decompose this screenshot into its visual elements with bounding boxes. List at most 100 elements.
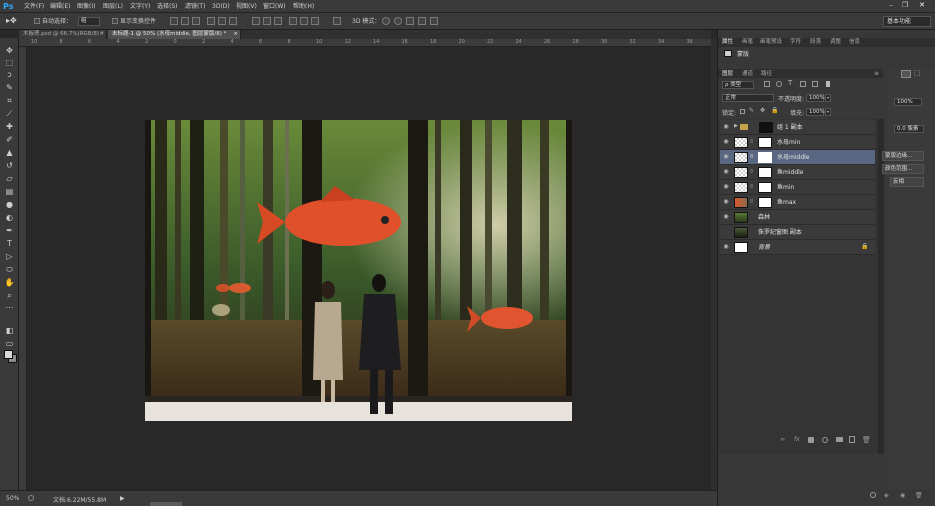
distribute-top-icon[interactable] <box>252 17 260 25</box>
lock-transparent-icon[interactable] <box>740 109 745 114</box>
align-top-icon[interactable] <box>170 17 178 25</box>
link-layers-icon[interactable]: ∞ <box>780 436 785 443</box>
panel-menu-icon[interactable]: ≡ <box>874 70 879 77</box>
visibility-eye-icon[interactable]: ◉ <box>722 183 730 191</box>
filter-smart-object-icon[interactable] <box>812 81 818 87</box>
3d-slide-icon[interactable] <box>418 17 426 25</box>
layer-row[interactable]: ◉ 背景 🔒 <box>720 240 875 255</box>
visibility-eye-icon[interactable]: ◉ <box>722 198 730 206</box>
zoom-tool-icon[interactable]: ⌕ <box>4 291 15 301</box>
clone-stamp-tool-icon[interactable]: ▲ <box>4 148 15 158</box>
3d-roll-icon[interactable] <box>394 17 402 25</box>
layer-thumbnail[interactable] <box>734 197 748 208</box>
pen-tool-icon[interactable]: ✒ <box>4 226 15 236</box>
menu-select[interactable]: 选择(S) <box>157 2 178 11</box>
visibility-eye-icon[interactable]: ◉ <box>722 243 730 251</box>
menu-help[interactable]: 帮助(H) <box>293 2 314 11</box>
3d-pan-icon[interactable] <box>406 17 414 25</box>
filter-shape-icon[interactable] <box>800 81 806 87</box>
hand-tool-icon[interactable]: ✋ <box>4 278 15 288</box>
menu-3d[interactable]: 3D(D) <box>212 2 230 11</box>
tab-brush[interactable]: 画笔 <box>742 38 753 46</box>
marquee-tool-icon[interactable]: ⬚ <box>4 58 15 68</box>
close-window-button[interactable]: ✕ <box>917 1 927 10</box>
visibility-eye-icon[interactable]: ◉ <box>722 213 730 221</box>
document-canvas[interactable] <box>145 120 572 421</box>
visibility-eye-icon[interactable]: ◉ <box>722 168 730 176</box>
eyedropper-tool-icon[interactable]: ⟋ <box>4 109 15 119</box>
tab-character[interactable]: 字符 <box>790 38 801 46</box>
tab-adjustments[interactable]: 调整 <box>830 38 841 46</box>
layer-thumbnail[interactable] <box>734 182 748 193</box>
view-icon[interactable]: ◉ <box>900 492 905 499</box>
filter-pixel-icon[interactable] <box>764 81 770 87</box>
close-icon[interactable]: × <box>99 30 104 39</box>
lock-pixels-icon[interactable]: ✎ <box>749 107 754 114</box>
lock-all-icon[interactable]: 🔒 <box>771 107 778 114</box>
align-left-icon[interactable] <box>207 17 215 25</box>
layer-row[interactable]: ◉ 8 水母min <box>720 135 875 150</box>
tab-channels[interactable]: 通道 <box>742 70 753 78</box>
layer-name[interactable]: 侏罗纪窗图 副本 <box>758 228 802 237</box>
layer-name[interactable]: 组 1 副本 <box>777 123 803 132</box>
healing-brush-tool-icon[interactable]: ✚ <box>4 122 15 132</box>
menu-filter[interactable]: 滤镜(T) <box>185 2 205 11</box>
density-input[interactable]: 100% <box>894 98 922 106</box>
filter-adjustment-icon[interactable] <box>776 81 782 87</box>
layer-row[interactable]: ◉ 8 鱼min <box>720 180 875 195</box>
fill-slider-button[interactable]: ▾ <box>825 108 831 116</box>
mask-link-icon[interactable]: 8 <box>750 199 753 205</box>
distribute-left-icon[interactable] <box>289 17 297 25</box>
layer-name[interactable]: 水母middle <box>777 153 810 162</box>
move-tool-icon[interactable]: ▸✥ <box>6 16 17 26</box>
dodge-tool-icon[interactable]: ◐ <box>4 213 15 223</box>
blur-tool-icon[interactable]: ● <box>4 200 15 210</box>
layer-kind-filter[interactable]: ρ 类型 <box>722 81 754 89</box>
distribute-vcenter-icon[interactable] <box>263 17 271 25</box>
distribute-hcenter-icon[interactable] <box>300 17 308 25</box>
layer-thumbnail[interactable] <box>734 227 748 238</box>
distribute-right-icon[interactable] <box>311 17 319 25</box>
layer-mask-thumbnail[interactable] <box>759 122 773 133</box>
3d-rotate-icon[interactable] <box>382 17 390 25</box>
mask-link-icon[interactable]: 8 <box>750 139 753 145</box>
menu-type[interactable]: 文字(Y) <box>130 2 150 11</box>
layer-name[interactable]: 鱼middle <box>777 168 804 177</box>
tab-properties[interactable]: 属性 <box>722 38 733 46</box>
minimize-button[interactable]: – <box>886 1 896 10</box>
layer-row[interactable]: ◉ 8 水母middle <box>720 150 875 165</box>
3d-scale-icon[interactable] <box>430 17 438 25</box>
visibility-eye-icon[interactable]: ◉ <box>722 123 730 131</box>
auto-select-dropdown[interactable]: 组 <box>78 17 100 26</box>
menu-edit[interactable]: 编辑(E) <box>50 2 70 11</box>
pixel-mask-icon[interactable] <box>901 70 911 78</box>
doc-tab-1[interactable]: 木板嗯.psd @ 66.7%(RGB/8) * × <box>19 30 107 39</box>
visibility-eye-icon[interactable]: ○ <box>722 228 730 236</box>
quick-mask-icon[interactable]: ◧ <box>4 326 15 336</box>
show-transform-checkbox[interactable] <box>112 18 118 24</box>
auto-select-checkbox[interactable] <box>34 18 40 24</box>
layer-name[interactable]: 水母min <box>777 138 800 147</box>
layer-name[interactable]: 鱼min <box>777 183 794 192</box>
new-group-icon[interactable] <box>836 437 843 442</box>
close-icon[interactable]: × <box>233 30 238 39</box>
shape-tool-icon[interactable]: ⬭ <box>4 265 15 275</box>
brush-tool-icon[interactable]: ✐ <box>4 135 15 145</box>
distribute-bottom-icon[interactable] <box>274 17 282 25</box>
feather-input[interactable]: 0.0 像素 <box>894 125 924 133</box>
zoom-level[interactable]: 50% <box>6 495 19 502</box>
share-icon[interactable] <box>28 495 34 501</box>
foreground-color-swatch[interactable] <box>4 350 13 359</box>
layer-mask-thumbnail[interactable] <box>758 137 772 148</box>
layer-mask-thumbnail[interactable] <box>758 197 772 208</box>
menu-window[interactable]: 窗口(W) <box>263 2 286 11</box>
path-select-tool-icon[interactable]: ▷ <box>4 252 15 262</box>
restore-button[interactable]: ❐ <box>900 1 910 10</box>
eraser-tool-icon[interactable]: ▱ <box>4 174 15 184</box>
layer-thumbnail[interactable] <box>734 242 748 253</box>
3d-icon[interactable]: ◈ <box>884 492 889 499</box>
mask-link-icon[interactable]: 8 <box>750 154 753 160</box>
filter-toggle-icon[interactable] <box>826 81 830 87</box>
timeline-icon[interactable] <box>870 492 876 498</box>
move-tool-icon[interactable]: ✥ <box>4 46 15 56</box>
